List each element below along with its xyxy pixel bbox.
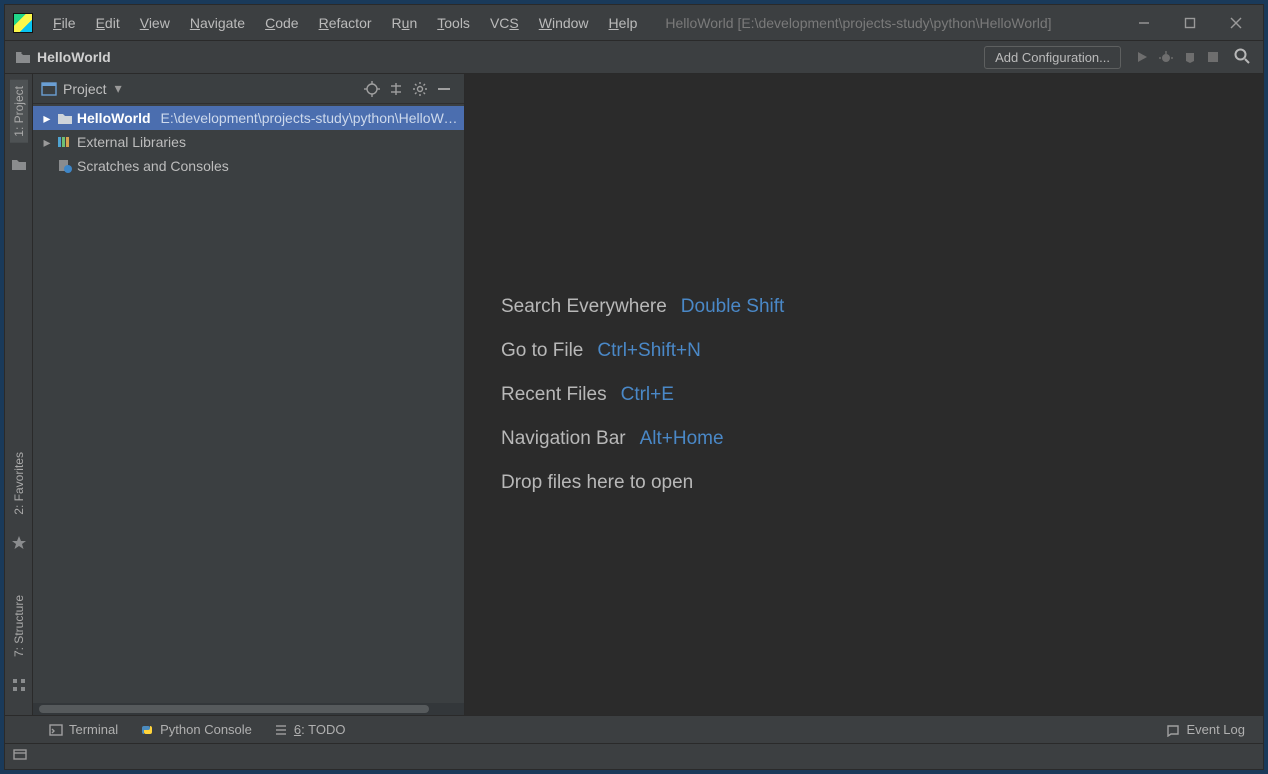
project-tree[interactable]: ▸ HelloWorld E:\development\projects-stu… xyxy=(33,104,464,715)
tree-root-name: HelloWorld xyxy=(77,110,151,126)
event-log-icon xyxy=(1166,723,1180,737)
menu-window[interactable]: Window xyxy=(529,11,599,35)
run-config-selector[interactable]: Add Configuration... xyxy=(984,46,1121,69)
chevron-down-icon[interactable]: ▾ xyxy=(115,80,122,97)
run-icon[interactable] xyxy=(1135,50,1149,64)
window-controls xyxy=(1121,5,1259,41)
scrollbar-thumb[interactable] xyxy=(39,705,429,713)
tree-node-label: External Libraries xyxy=(77,134,186,150)
tip-shortcut: Alt+Home xyxy=(640,428,724,450)
menu-help[interactable]: Help xyxy=(599,11,648,35)
libraries-icon xyxy=(57,135,73,149)
bottom-tool-tabs: Terminal Python Console 6: TODO Event Lo… xyxy=(5,715,1263,743)
tree-root[interactable]: ▸ HelloWorld E:\development\projects-stu… xyxy=(33,106,464,130)
tab-todo[interactable]: 6: TODO xyxy=(274,722,346,737)
maximize-button[interactable] xyxy=(1167,5,1213,41)
collapse-all-icon[interactable] xyxy=(384,77,408,101)
menu-file[interactable]: File xyxy=(43,11,86,35)
stop-icon[interactable] xyxy=(1207,51,1219,63)
debug-icon[interactable] xyxy=(1159,50,1173,64)
project-view-icon xyxy=(41,82,57,96)
run-toolbar xyxy=(1127,50,1227,64)
menu-vcs[interactable]: VCS xyxy=(480,11,529,35)
close-button[interactable] xyxy=(1213,5,1259,41)
gutter-tab-project[interactable]: 1: Project xyxy=(10,80,28,143)
tree-node-label: Scratches and Consoles xyxy=(77,158,229,174)
menu-edit[interactable]: Edit xyxy=(86,11,130,35)
menu-code[interactable]: Code xyxy=(255,11,308,35)
menubar: File Edit View Navigate Code Refactor Ru… xyxy=(5,5,1263,41)
tab-label: Event Log xyxy=(1186,722,1245,737)
todo-icon xyxy=(274,723,288,737)
chevron-right-icon[interactable]: ▸ xyxy=(41,134,53,151)
folder-icon xyxy=(57,111,73,125)
chevron-right-icon[interactable]: ▸ xyxy=(41,110,53,127)
gear-icon[interactable] xyxy=(408,77,432,101)
tip-go-to-file: Go to File Ctrl+Shift+N xyxy=(501,340,784,362)
star-icon[interactable] xyxy=(11,535,27,551)
tree-root-path: E:\development\projects-study\python\Hel… xyxy=(161,110,464,126)
tips-list: Search Everywhere Double Shift Go to Fil… xyxy=(501,296,784,494)
tip-label: Navigation Bar xyxy=(501,428,626,450)
navigation-bar: HelloWorld Add Configuration... xyxy=(5,41,1263,74)
main-area: 1: Project 2: Favorites 7: Structure Pro… xyxy=(5,74,1263,715)
project-panel-header: Project ▾ xyxy=(33,74,464,104)
structure-icon[interactable] xyxy=(11,677,27,693)
gutter-tab-favorites[interactable]: 2: Favorites xyxy=(10,446,28,521)
tool-windows-toggle-icon[interactable] xyxy=(13,747,27,766)
scratches-icon xyxy=(57,159,73,173)
left-tool-gutter: 1: Project 2: Favorites 7: Structure xyxy=(5,74,33,715)
terminal-icon xyxy=(49,723,63,737)
tree-external-libraries[interactable]: ▸ External Libraries xyxy=(33,130,464,154)
folder-closed-icon[interactable] xyxy=(11,157,27,173)
tab-label: Python Console xyxy=(160,722,252,737)
hide-panel-icon[interactable] xyxy=(432,77,456,101)
search-icon[interactable] xyxy=(1233,47,1251,68)
tab-event-log[interactable]: Event Log xyxy=(1166,722,1245,737)
ide-window: File Edit View Navigate Code Refactor Ru… xyxy=(4,4,1264,770)
gutter-tab-structure[interactable]: 7: Structure xyxy=(10,589,28,663)
menu-view[interactable]: View xyxy=(130,11,180,35)
project-panel-title[interactable]: Project xyxy=(63,81,107,97)
tip-navigation-bar: Navigation Bar Alt+Home xyxy=(501,428,784,450)
tip-label: Recent Files xyxy=(501,384,607,406)
pycharm-icon xyxy=(13,13,33,33)
breadcrumb-project[interactable]: HelloWorld xyxy=(37,49,111,65)
status-bar xyxy=(5,743,1263,769)
minimize-button[interactable] xyxy=(1121,5,1167,41)
horizontal-scrollbar[interactable] xyxy=(33,703,464,715)
window-title-path: HelloWorld [E:\development\projects-stud… xyxy=(665,15,1121,31)
tree-scratches[interactable]: Scratches and Consoles xyxy=(33,154,464,178)
drop-hint: Drop files here to open xyxy=(501,472,784,494)
menu-tools[interactable]: Tools xyxy=(427,11,480,35)
folder-icon xyxy=(15,50,31,64)
project-panel: Project ▾ ▸ HelloWorld E:\development\pr… xyxy=(33,74,465,715)
tab-label: Terminal xyxy=(69,722,118,737)
tip-shortcut: Double Shift xyxy=(681,296,785,318)
tab-python-console[interactable]: Python Console xyxy=(140,722,252,737)
editor-empty-state[interactable]: Search Everywhere Double Shift Go to Fil… xyxy=(465,74,1263,715)
tip-shortcut: Ctrl+E xyxy=(621,384,674,406)
menu-refactor[interactable]: Refactor xyxy=(309,11,382,35)
python-icon xyxy=(140,723,154,737)
locate-icon[interactable] xyxy=(360,77,384,101)
tip-shortcut: Ctrl+Shift+N xyxy=(597,340,700,362)
menu-run[interactable]: Run xyxy=(382,11,428,35)
tip-label: Search Everywhere xyxy=(501,296,667,318)
tip-label: Go to File xyxy=(501,340,583,362)
tip-search-everywhere: Search Everywhere Double Shift xyxy=(501,296,784,318)
tip-recent-files: Recent Files Ctrl+E xyxy=(501,384,784,406)
tab-terminal[interactable]: Terminal xyxy=(49,722,118,737)
coverage-icon[interactable] xyxy=(1183,50,1197,64)
menu-navigate[interactable]: Navigate xyxy=(180,11,255,35)
tab-label: 6: TODO xyxy=(294,722,346,737)
